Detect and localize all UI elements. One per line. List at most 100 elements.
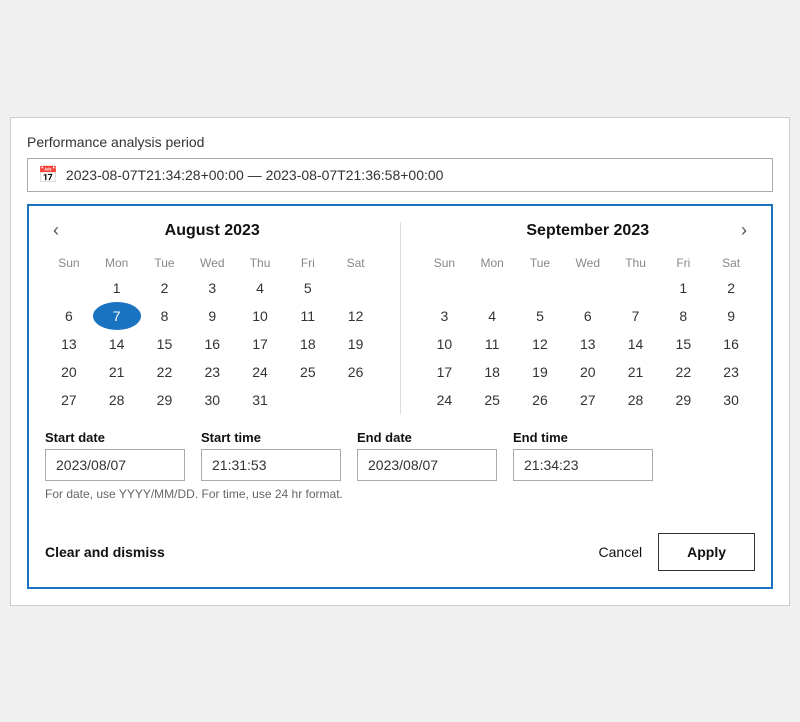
table-row[interactable]: 15 [141,330,189,358]
table-row[interactable]: 8 [659,302,707,330]
table-row[interactable]: 14 [612,330,660,358]
dialog-footer: Clear and dismiss Cancel Apply [45,521,755,571]
dialog-title: Performance analysis period [27,134,773,150]
table-row[interactable]: 25 [468,386,516,414]
table-row[interactable]: 21 [93,358,141,386]
table-row[interactable]: 21 [612,358,660,386]
start-date-label: Start date [45,430,185,445]
table-row[interactable]: 15 [659,330,707,358]
aug-tue-header: Tue [141,252,189,274]
table-row[interactable]: 23 [188,358,236,386]
table-row[interactable]: 9 [188,302,236,330]
table-row[interactable]: 1 [659,274,707,302]
table-row[interactable]: 4 [468,302,516,330]
table-row[interactable]: 12 [516,330,564,358]
table-row[interactable]: 24 [236,358,284,386]
table-row[interactable]: 4 [236,274,284,302]
table-row [612,274,660,302]
table-row[interactable]: 1 [93,274,141,302]
table-row[interactable]: 2 [141,274,189,302]
table-row[interactable]: 30 [188,386,236,414]
end-time-label: End time [513,430,653,445]
table-row[interactable]: 31 [236,386,284,414]
september-header: September 2023 › [421,222,756,240]
start-date-input[interactable] [45,449,185,481]
table-row[interactable]: 27 [564,386,612,414]
table-row[interactable]: 25 [284,358,332,386]
table-row[interactable]: 18 [284,330,332,358]
end-time-input[interactable] [513,449,653,481]
table-row[interactable]: 27 [45,386,93,414]
table-row[interactable]: 17 [236,330,284,358]
start-time-input[interactable] [201,449,341,481]
table-row[interactable]: 16 [188,330,236,358]
aug-mon-header: Mon [93,252,141,274]
table-row[interactable]: 10 [236,302,284,330]
cancel-button[interactable]: Cancel [599,544,643,560]
clear-dismiss-button[interactable]: Clear and dismiss [45,544,165,560]
table-row[interactable]: 9 [707,302,755,330]
table-row[interactable]: 28 [93,386,141,414]
table-row[interactable]: 19 [332,330,380,358]
sep-sat-header: Sat [707,252,755,274]
table-row[interactable]: 24 [421,386,469,414]
aug-sun-header: Sun [45,252,93,274]
end-date-label: End date [357,430,497,445]
table-row[interactable]: 3 [421,302,469,330]
table-row[interactable]: 18 [468,358,516,386]
table-row[interactable]: 16 [707,330,755,358]
table-row[interactable]: 7 [612,302,660,330]
table-row[interactable]: 3 [188,274,236,302]
table-row[interactable]: 12 [332,302,380,330]
apply-button[interactable]: Apply [658,533,755,571]
table-row[interactable]: 5 [516,302,564,330]
table-row [45,274,93,302]
end-date-group: End date [357,430,497,481]
calendar-divider [400,222,401,414]
table-row[interactable]: 11 [284,302,332,330]
table-row[interactable]: 23 [707,358,755,386]
table-row[interactable]: 10 [421,330,469,358]
table-row[interactable]: 5 [284,274,332,302]
start-time-group: Start time [201,430,341,481]
august-header: ‹ August 2023 [45,222,380,240]
table-row[interactable]: 29 [659,386,707,414]
september-grid: Sun Mon Tue Wed Thu Fri Sat 123456789101… [421,252,756,414]
table-row[interactable]: 19 [516,358,564,386]
table-row[interactable]: 7 [93,302,141,330]
table-row[interactable]: 22 [659,358,707,386]
table-row[interactable]: 6 [564,302,612,330]
table-row[interactable]: 22 [141,358,189,386]
table-row[interactable]: 17 [421,358,469,386]
start-time-label: Start time [201,430,341,445]
start-date-group: Start date [45,430,185,481]
sep-sun-header: Sun [421,252,469,274]
table-row[interactable]: 8 [141,302,189,330]
calendar-september: September 2023 › Sun Mon Tue Wed Thu Fri… [421,222,756,414]
calendar-icon: 📅 [38,165,58,185]
table-row [332,386,380,414]
table-row[interactable]: 20 [564,358,612,386]
next-month-button[interactable]: › [733,218,755,243]
table-row[interactable]: 28 [612,386,660,414]
performance-analysis-dialog: Performance analysis period 📅 2023-08-07… [10,117,790,606]
table-row[interactable]: 13 [564,330,612,358]
end-date-input[interactable] [357,449,497,481]
table-row [332,274,380,302]
prev-month-button[interactable]: ‹ [45,218,67,243]
table-row[interactable]: 20 [45,358,93,386]
table-row[interactable]: 11 [468,330,516,358]
table-row[interactable]: 26 [332,358,380,386]
table-row[interactable]: 14 [93,330,141,358]
calendars-row: ‹ August 2023 Sun Mon Tue Wed Thu Fri Sa… [45,222,755,414]
table-row[interactable]: 29 [141,386,189,414]
table-row [468,274,516,302]
table-row[interactable]: 26 [516,386,564,414]
sep-mon-header: Mon [468,252,516,274]
table-row[interactable]: 6 [45,302,93,330]
table-row[interactable]: 30 [707,386,755,414]
table-row [516,274,564,302]
table-row[interactable]: 13 [45,330,93,358]
sep-wed-header: Wed [564,252,612,274]
table-row[interactable]: 2 [707,274,755,302]
